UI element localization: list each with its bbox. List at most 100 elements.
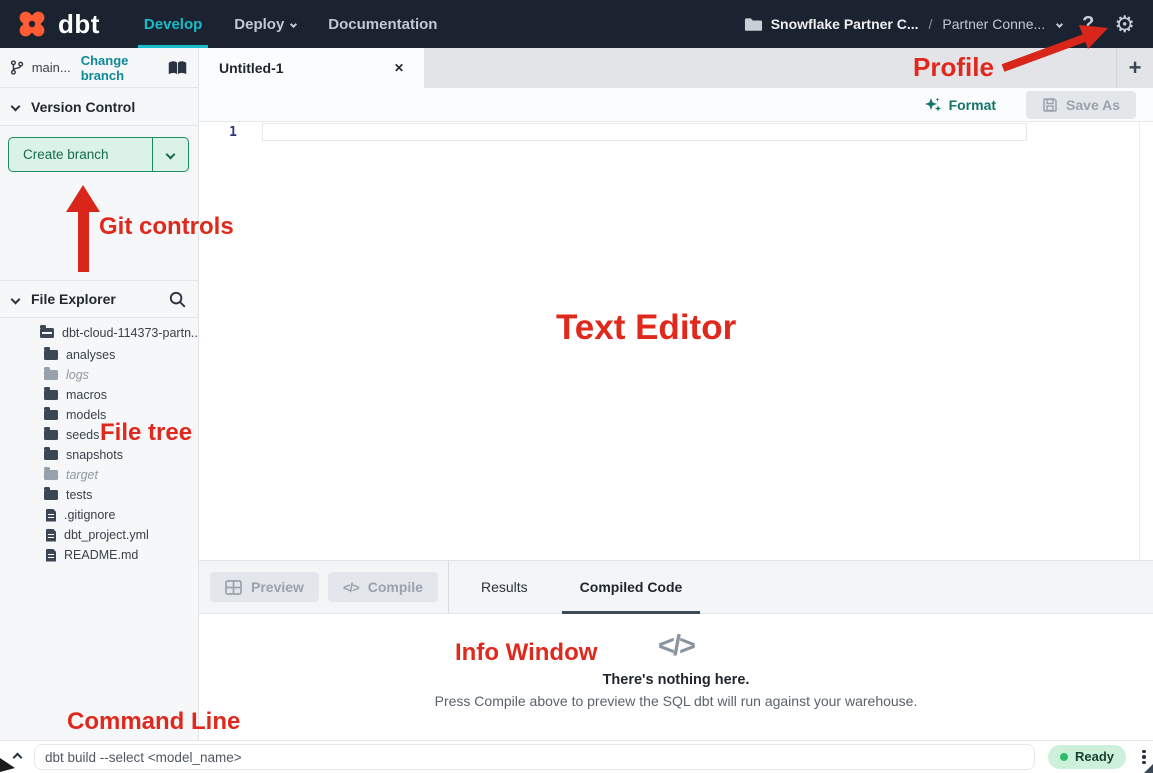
nav-deploy[interactable]: Deploy xyxy=(218,0,312,48)
save-icon xyxy=(1042,97,1058,113)
table-icon xyxy=(225,580,242,595)
sidebar: main... Change branch Version Control Cr… xyxy=(0,48,199,740)
version-control-header[interactable]: Version Control xyxy=(0,88,198,126)
add-tab-button[interactable]: + xyxy=(1129,57,1142,79)
sparkles-icon xyxy=(924,96,942,114)
change-branch-link[interactable]: Change branch xyxy=(81,53,167,83)
folder-icon xyxy=(44,390,58,400)
header-right: Snowflake Partner C... / Partner Conne..… xyxy=(744,13,1153,36)
folder-icon xyxy=(744,16,763,33)
tab-untitled-1[interactable]: Untitled-1 ✕ xyxy=(199,48,424,88)
version-control-title: Version Control xyxy=(31,99,135,115)
status-badge: Ready xyxy=(1048,745,1126,769)
tab-results-label: Results xyxy=(481,579,528,595)
editor-tabbar: Untitled-1 ✕ + xyxy=(199,48,1153,88)
tree-item-label: dbt_project.yml xyxy=(64,528,149,542)
docs-book-icon[interactable] xyxy=(167,60,188,76)
tree-item-label: tests xyxy=(66,488,92,502)
compile-button[interactable]: </> Compile xyxy=(328,572,438,602)
help-icon[interactable]: ? xyxy=(1082,13,1094,36)
chevron-down-icon xyxy=(11,294,21,304)
status-dot xyxy=(1060,753,1068,761)
tab-compiled-code[interactable]: Compiled Code xyxy=(560,561,703,613)
preview-button[interactable]: Preview xyxy=(210,572,319,602)
tree-item-dbt-project-yml[interactable]: dbt_project.yml xyxy=(0,525,198,545)
current-line-highlight[interactable] xyxy=(262,123,1027,141)
dbt-logo-text: dbt xyxy=(58,9,100,40)
tree-item-label: analyses xyxy=(66,348,115,362)
create-branch-label[interactable]: Create branch xyxy=(9,138,152,171)
file-tree: dbt-cloud-114373-partn... analyses logs … xyxy=(0,321,198,565)
compile-label: Compile xyxy=(368,579,423,595)
file-explorer-title: File Explorer xyxy=(31,291,116,307)
breadcrumb-separator: / xyxy=(927,16,935,32)
nav-deploy-label: Deploy xyxy=(234,16,284,33)
code-icon: </> xyxy=(343,580,359,595)
tree-item-label: .gitignore xyxy=(64,508,115,522)
git-branch-icon xyxy=(10,59,24,76)
expand-command-bar-button[interactable] xyxy=(0,754,34,761)
dbt-cloud-ide: dbt Develop Deploy Documentation Snowfla… xyxy=(0,0,1153,773)
tab-results[interactable]: Results xyxy=(461,561,548,613)
search-icon[interactable] xyxy=(169,291,186,308)
folder-icon xyxy=(44,350,58,360)
project-picker[interactable]: Snowflake Partner C... / Partner Conne..… xyxy=(744,16,1062,33)
tree-item-snapshots[interactable]: snapshots xyxy=(0,445,198,465)
status-label: Ready xyxy=(1075,749,1114,764)
tab-add-zone: + xyxy=(1116,48,1153,88)
tree-item-macros[interactable]: macros xyxy=(0,385,198,405)
tree-item-label: models xyxy=(66,408,106,422)
preview-label: Preview xyxy=(251,579,304,595)
folder-icon xyxy=(44,410,58,420)
folder-icon xyxy=(44,370,58,380)
tree-item-gitignore[interactable]: .gitignore xyxy=(0,505,198,525)
tree-item-logs[interactable]: logs xyxy=(0,365,198,385)
empty-state-title: There's nothing here. xyxy=(603,672,750,688)
nav-documentation[interactable]: Documentation xyxy=(312,0,453,48)
tree-item-readme[interactable]: README.md xyxy=(0,545,198,565)
create-branch-button[interactable]: Create branch xyxy=(8,137,189,172)
gear-icon[interactable]: ⚙ xyxy=(1114,13,1135,36)
close-tab-icon[interactable]: ✕ xyxy=(394,61,404,75)
tree-item-tests[interactable]: tests xyxy=(0,485,198,505)
nav-documentation-label: Documentation xyxy=(328,16,437,33)
main-area: Untitled-1 ✕ + Format xyxy=(199,48,1153,740)
command-input[interactable] xyxy=(34,744,1035,770)
branch-name: main... xyxy=(32,60,71,75)
tree-root-folder[interactable]: dbt-cloud-114373-partn... xyxy=(0,321,198,345)
format-button[interactable]: Format xyxy=(924,96,996,114)
tree-item-label: README.md xyxy=(64,548,138,562)
tree-item-label: logs xyxy=(66,368,89,382)
app-header: dbt Develop Deploy Documentation Snowfla… xyxy=(0,0,1153,48)
toolbar-divider xyxy=(448,561,449,613)
file-icon xyxy=(46,549,56,562)
dbt-logo[interactable]: dbt xyxy=(0,6,100,42)
project-name: Partner Conne... xyxy=(942,16,1045,32)
chevron-down-icon xyxy=(1056,20,1063,27)
nav-develop[interactable]: Develop xyxy=(128,0,218,48)
tree-item-label: snapshots xyxy=(66,448,123,462)
tree-item-label: macros xyxy=(66,388,107,402)
command-bar: Ready xyxy=(0,740,1153,773)
text-editor[interactable]: 1 xyxy=(199,122,1153,560)
create-branch-dropdown[interactable] xyxy=(152,138,188,171)
info-window: </> There's nothing here. Press Compile … xyxy=(199,614,1153,740)
bottom-panel-toolbar: Preview </> Compile Results Compiled Cod… xyxy=(199,560,1153,614)
tree-item-models[interactable]: models xyxy=(0,405,198,425)
save-as-label: Save As xyxy=(1066,97,1120,113)
open-folder-icon xyxy=(40,328,54,338)
line-number: 1 xyxy=(225,125,237,140)
chevron-up-icon xyxy=(12,752,22,762)
file-explorer-header[interactable]: File Explorer xyxy=(0,280,198,318)
save-as-button[interactable]: Save As xyxy=(1026,91,1136,119)
folder-icon xyxy=(44,450,58,460)
file-icon xyxy=(46,509,56,522)
chevron-down-icon xyxy=(11,102,21,112)
kebab-menu-icon[interactable] xyxy=(1138,748,1150,767)
folder-icon xyxy=(44,430,58,440)
tree-item-target[interactable]: target xyxy=(0,465,198,485)
empty-state-subtitle: Press Compile above to preview the SQL d… xyxy=(435,693,918,709)
tree-item-seeds[interactable]: seeds xyxy=(0,425,198,445)
tree-item-analyses[interactable]: analyses xyxy=(0,345,198,365)
chevron-down-icon xyxy=(166,150,176,160)
